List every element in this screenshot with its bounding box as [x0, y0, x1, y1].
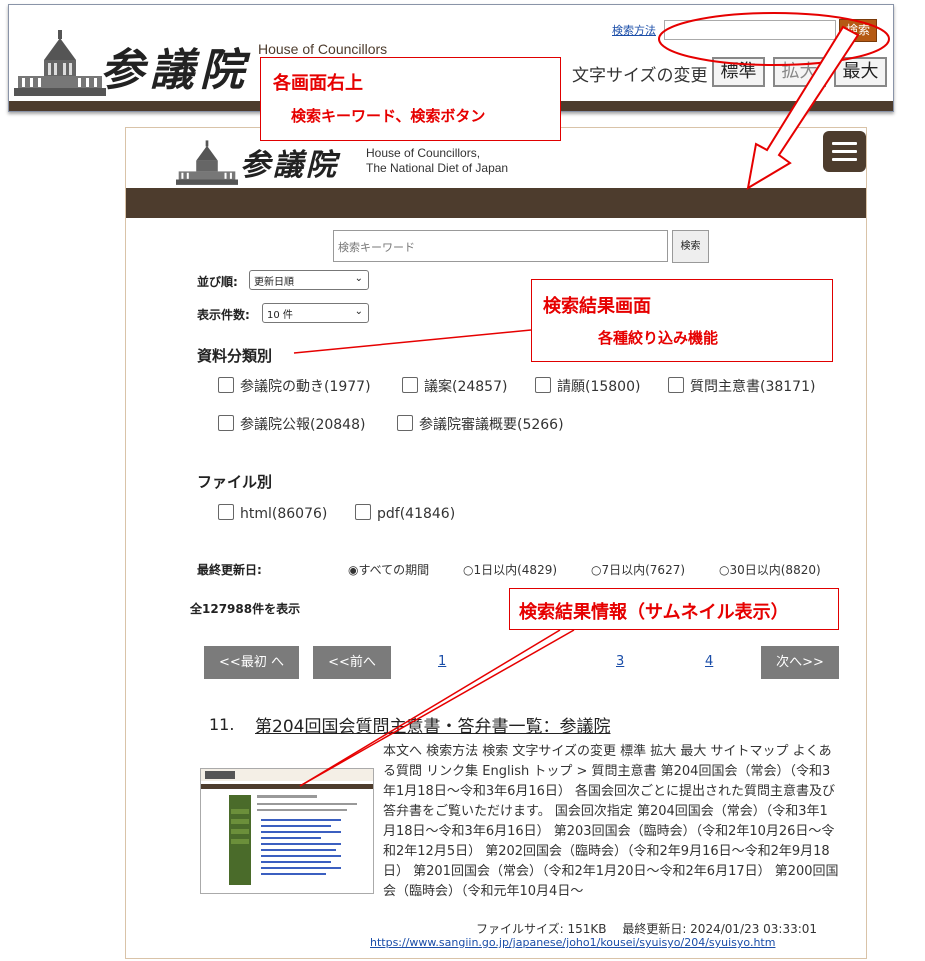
site-logo-english-small: House of Councillors, The National Diet …: [366, 146, 508, 176]
keyword-search-button[interactable]: 検索: [672, 230, 709, 263]
page-link[interactable]: 4: [705, 654, 713, 669]
fontsize-max-button[interactable]: 最大: [834, 57, 887, 87]
date-radio[interactable]: ◉すべての期間: [348, 561, 429, 578]
radio-icon: ○: [591, 563, 602, 577]
chevron-down-icon: ⌄: [354, 306, 363, 317]
header-search-input[interactable]: [664, 20, 836, 40]
radio-icon: ○: [719, 563, 730, 577]
annotation-results-sub: 各種絞り込み機能: [598, 329, 719, 347]
site-logo-english-line1: House of Councillors,: [366, 146, 481, 160]
file-filter-heading: ファイル別: [197, 473, 273, 491]
header-search-button[interactable]: 検索: [839, 19, 877, 42]
site-logo-small[interactable]: 参議院: [240, 140, 339, 184]
category-checkbox[interactable]: 参議院審議概要(5266): [397, 414, 564, 434]
checkbox-icon: [402, 377, 418, 393]
page-link[interactable]: 3: [616, 654, 624, 669]
file-checkbox[interactable]: html(86076): [218, 504, 327, 522]
category-checkbox[interactable]: 質問主意書(38171): [668, 376, 815, 396]
radio-selected-icon: ◉: [348, 563, 359, 577]
prev-page-button[interactable]: <<前へ: [313, 646, 391, 679]
site-logo-english: House of Councillors: [258, 41, 388, 57]
result-number: 11.: [209, 715, 235, 734]
category-checkbox[interactable]: 参議院公報(20848): [218, 414, 365, 434]
next-page-button[interactable]: 次へ>>: [761, 646, 839, 679]
first-page-button[interactable]: <<最初 へ: [204, 646, 299, 679]
annotation-info-title: 検索結果情報（サムネイル表示）: [519, 602, 789, 623]
file-checkbox[interactable]: pdf(41846): [355, 504, 455, 522]
date-radio-label: 1日以内(4829): [473, 563, 558, 577]
diet-building-icon: [14, 30, 106, 96]
site-logo[interactable]: 参議院: [100, 34, 250, 98]
checkbox-icon: [218, 377, 234, 393]
fontsize-label: 文字サイズの変更: [572, 66, 708, 86]
count-select-value: 10 件: [267, 310, 293, 321]
sort-label: 並び順:: [197, 275, 238, 289]
search-method-link[interactable]: 検索方法: [612, 22, 656, 38]
annotation-header-sub: 検索キーワード、検索ボタン: [291, 107, 486, 125]
page-link[interactable]: 1: [438, 654, 446, 669]
result-meta: ファイルサイズ: 151KB 最終更新日: 2024/01/23 03:33:0…: [476, 922, 818, 936]
result-thumbnail[interactable]: [200, 768, 374, 894]
total-count: 全127988件を表示: [190, 602, 301, 616]
checkbox-icon: [218, 504, 234, 520]
annotation-info-callout: 検索結果情報（サムネイル表示）: [509, 588, 839, 630]
annotation-results-callout: 検索結果画面 各種絞り込み機能: [531, 279, 833, 362]
file-checkbox-label: pdf(41846): [377, 506, 456, 522]
annotation-header-title: 各画面右上: [273, 73, 363, 94]
date-radio[interactable]: ○7日以内(7627): [591, 561, 685, 578]
annotation-results-title: 検索結果画面: [543, 296, 651, 317]
category-filter-heading: 資料分類別: [197, 347, 273, 365]
category-checkbox-label: 参議院の動き(1977): [240, 379, 371, 395]
site-header-bar: [126, 188, 866, 218]
date-filter-label: 最終更新日:: [197, 563, 262, 577]
date-radio-label: すべての期間: [358, 563, 430, 577]
count-label: 表示件数:: [197, 308, 250, 322]
checkbox-icon: [668, 377, 684, 393]
category-checkbox[interactable]: 請願(15800): [535, 376, 640, 396]
thumbnail-page-image: [201, 769, 373, 893]
diet-building-small-icon: [176, 140, 238, 185]
category-checkbox[interactable]: 参議院の動き(1977): [218, 376, 371, 396]
category-checkbox-label: 議案(24857): [424, 379, 508, 395]
checkbox-icon: [397, 415, 413, 431]
checkbox-icon: [218, 415, 234, 431]
result-url-link[interactable]: https://www.sangiin.go.jp/japanese/joho1…: [370, 936, 775, 949]
date-radio-label: 7日以内(7627): [601, 563, 686, 577]
category-checkbox[interactable]: 議案(24857): [402, 376, 507, 396]
result-snippet: 本文へ 検索方法 検索 文字サイズの変更 標準 拡大 最大 サイトマップ よくあ…: [383, 744, 839, 899]
site-logo-english-line2: The National Diet of Japan: [366, 161, 509, 175]
keyword-search-input[interactable]: 検索キーワード: [333, 230, 668, 262]
fontsize-large-button[interactable]: 拡大: [773, 57, 826, 87]
chevron-down-icon: ⌄: [354, 273, 363, 284]
date-radio[interactable]: ○1日以内(4829): [463, 561, 557, 578]
category-checkbox-label: 参議院公報(20848): [240, 417, 366, 433]
result-title-link[interactable]: 第204回国会質問主意書・答弁書一覧：参議院: [255, 712, 610, 737]
radio-icon: ○: [463, 563, 474, 577]
fontsize-standard-button[interactable]: 標準: [712, 57, 765, 87]
checkbox-icon: [355, 504, 371, 520]
date-radio[interactable]: ○30日以内(8820): [719, 561, 821, 578]
date-radio-label: 30日以内(8820): [729, 563, 821, 577]
category-checkbox-label: 質問主意書(38171): [690, 379, 816, 395]
annotation-header-callout: 各画面右上 検索キーワード、検索ボタン: [260, 57, 561, 141]
checkbox-icon: [535, 377, 551, 393]
file-checkbox-label: html(86076): [240, 506, 328, 522]
sort-select[interactable]: 更新日順 ⌄: [249, 270, 369, 290]
hamburger-menu-icon[interactable]: [823, 131, 866, 172]
count-select[interactable]: 10 件 ⌄: [262, 303, 369, 323]
sort-select-value: 更新日順: [254, 277, 294, 288]
category-checkbox-label: 請願(15800): [557, 379, 641, 395]
category-checkbox-label: 参議院審議概要(5266): [419, 417, 564, 433]
